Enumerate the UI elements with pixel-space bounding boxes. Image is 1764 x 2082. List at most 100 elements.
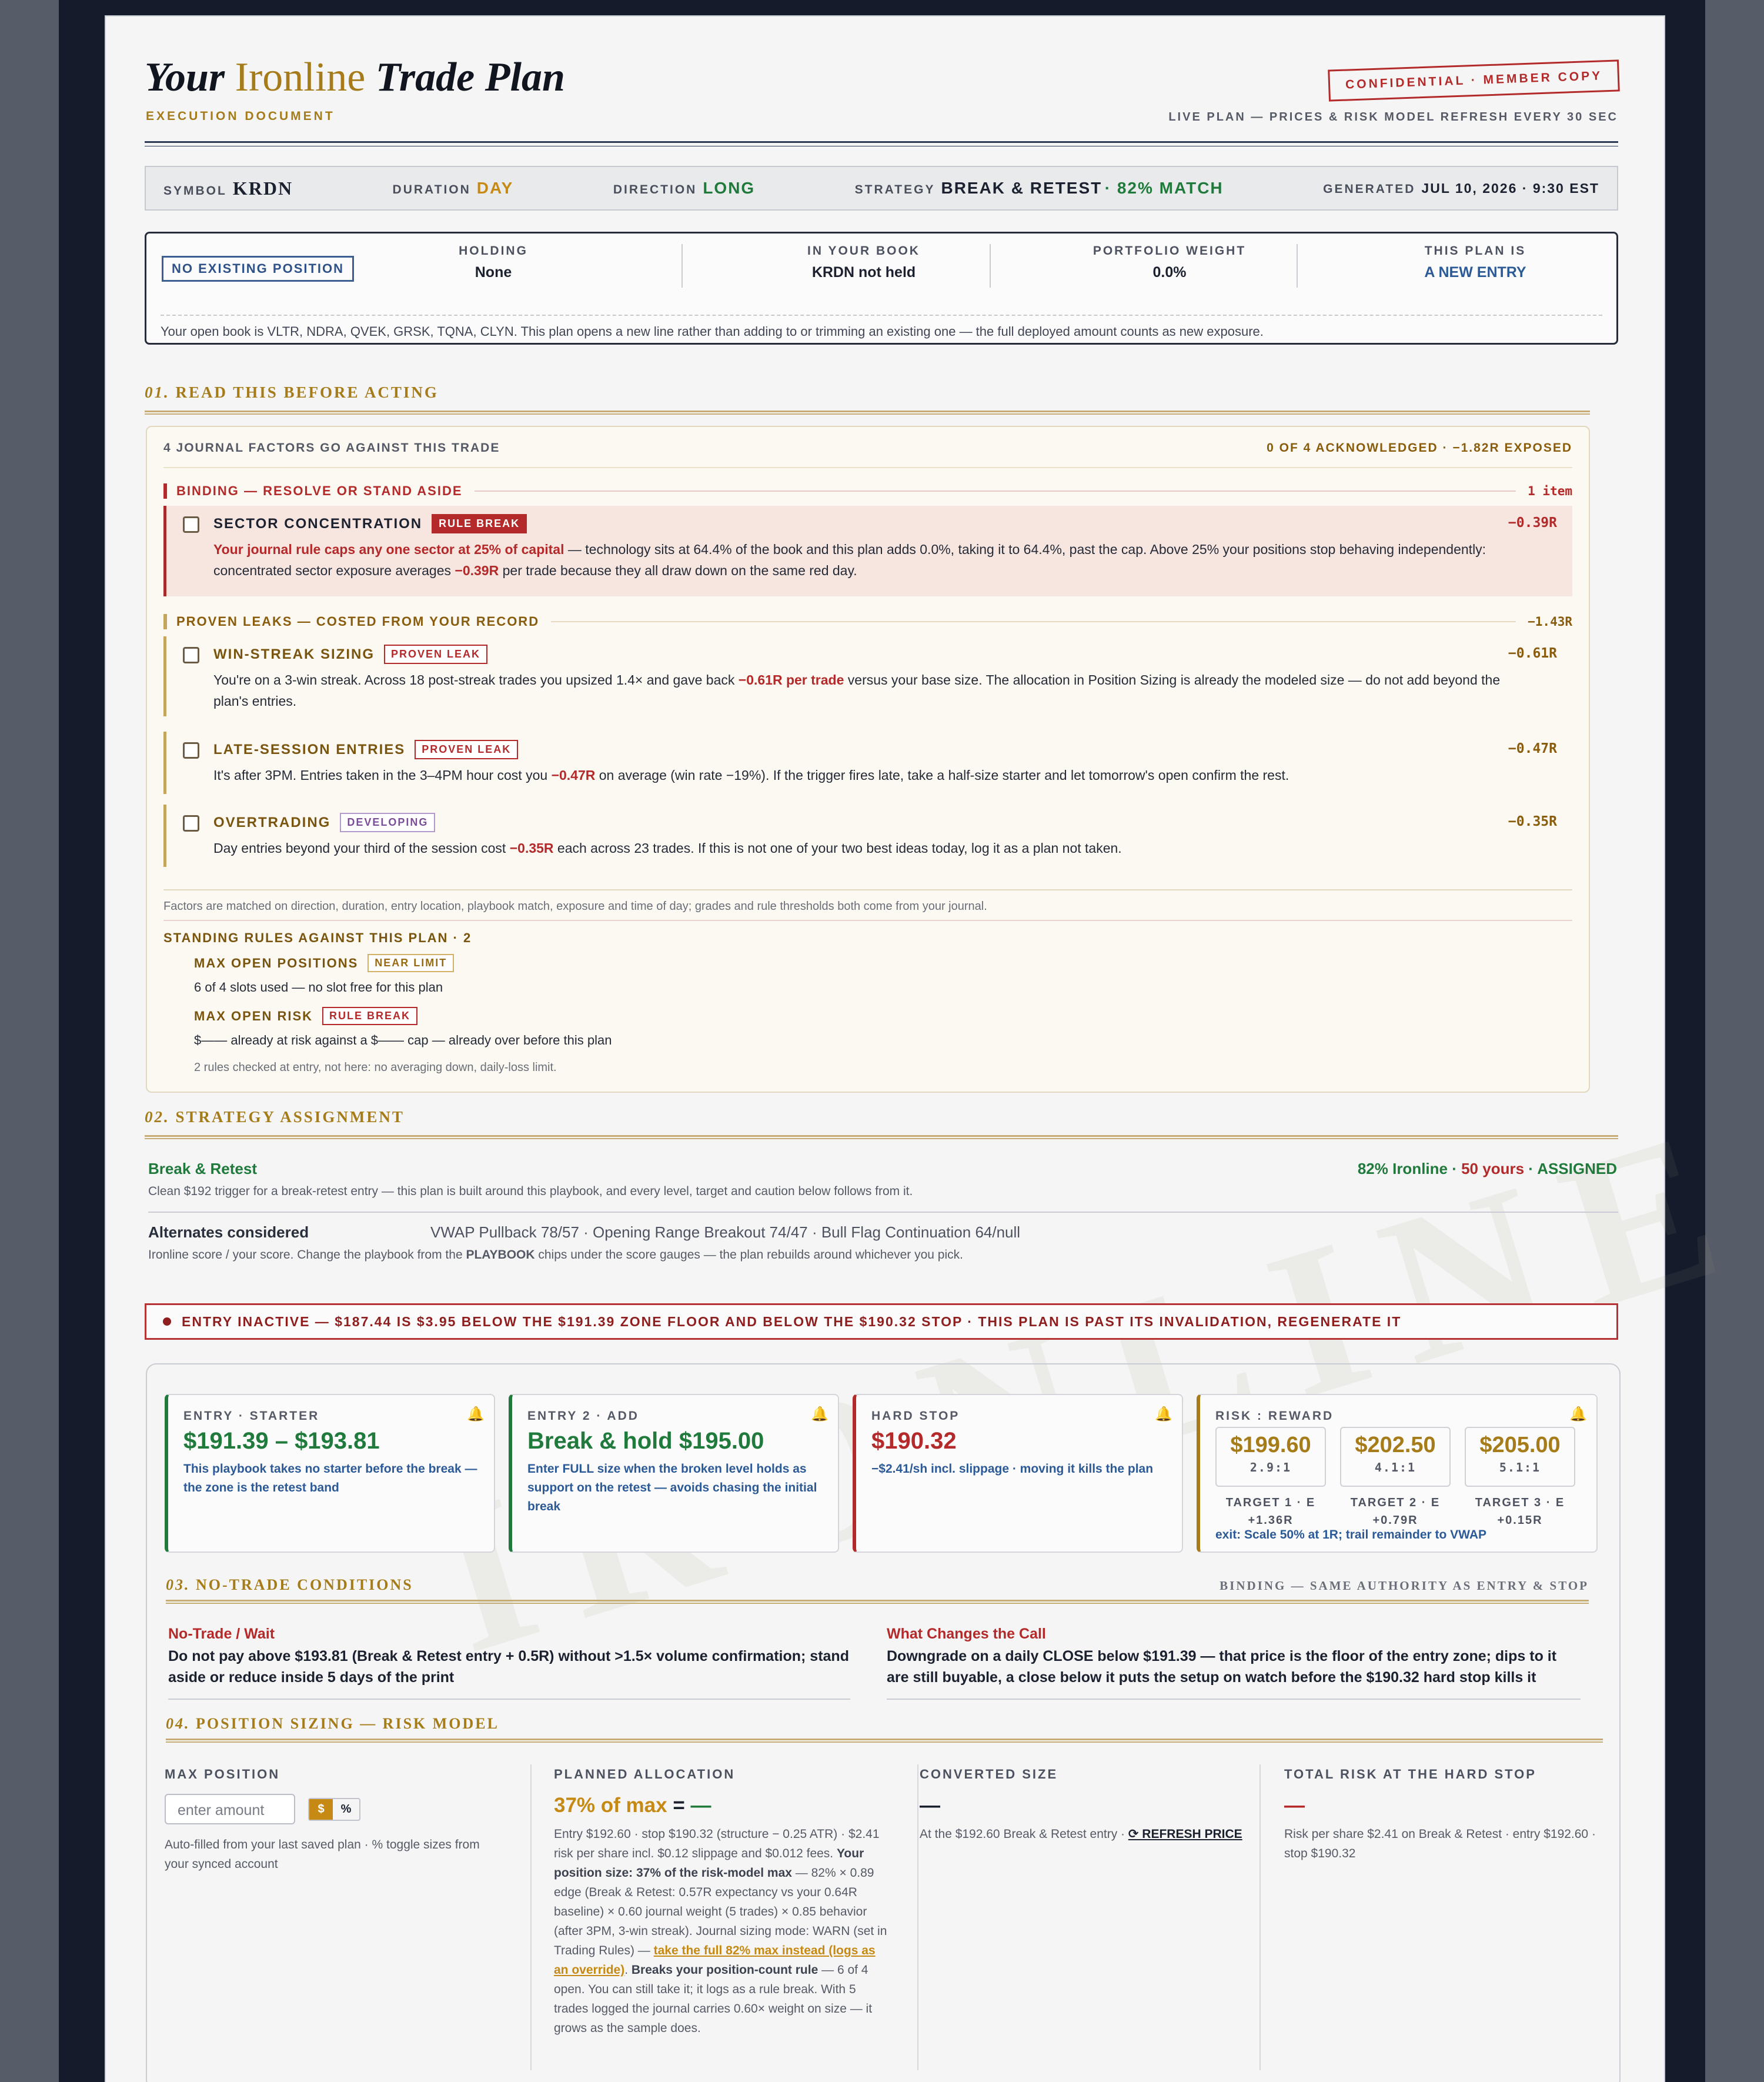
- target-2-box: $202.50 4.1:1: [1340, 1427, 1451, 1487]
- meta-generated: GENERATED JUL 10, 2026 · 9:30 EST: [1323, 181, 1599, 196]
- meta-direction: DIRECTION LONG: [613, 179, 755, 198]
- refresh-price-link[interactable]: ⟳ REFRESH PRICE: [1128, 1827, 1242, 1841]
- add-trigger-price: Break & hold $195.00: [527, 1428, 764, 1454]
- meta-label: SYMBOL: [163, 183, 227, 198]
- divider: [990, 244, 991, 288]
- rule-description: 6 of 4 slots used — no slot free for thi…: [194, 980, 443, 995]
- position-status-box: NO EXISTING POSITION HOLDING None IN YOUR…: [145, 232, 1618, 345]
- factor-win-streak-sizing: WIN-STREAK SIZING PROVEN LEAK −0.61R You'…: [163, 636, 1572, 716]
- acknowledge-checkbox[interactable]: [183, 516, 199, 533]
- group-label: BINDING — RESOLVE OR STAND ASIDE: [176, 483, 463, 498]
- what-changes-heading: What Changes the Call: [887, 1626, 1046, 1642]
- field-value: 0.0%: [1152, 264, 1187, 281]
- alternates-heading: Alternates considered: [148, 1223, 309, 1241]
- acknowledge-checkbox[interactable]: [183, 815, 199, 832]
- card-label: ENTRY 2 · ADD: [527, 1409, 639, 1423]
- converted-size-column: CONVERTED SIZE — At the $192.60 Break & …: [920, 1767, 1249, 1844]
- rule-max-open-risk: MAX OPEN RISK RULE BREAK: [194, 1007, 418, 1025]
- factors-count: 4 JOURNAL FACTORS GO AGAINST THIS TRADE: [163, 441, 500, 455]
- open-book-note: Your open book is VLTR, NDRA, QVEK, GRSK…: [161, 315, 1602, 339]
- group-count: −1.43R: [1528, 615, 1572, 629]
- trade-plan-document: IRONLINE Your Ironline Trade Plan EXECUT…: [105, 15, 1764, 2082]
- target-name: TARGET 3 · E: [1475, 1496, 1565, 1509]
- proven-leak-badge: PROVEN LEAK: [384, 645, 488, 664]
- target-ratio: 5.1:1: [1499, 1460, 1541, 1474]
- section-rule: [166, 1600, 1589, 1604]
- section-number: 04.: [166, 1715, 191, 1732]
- target-2-label: TARGET 2 · E +0.79R: [1340, 1494, 1451, 1529]
- field-label: PORTFOLIO WEIGHT: [1093, 244, 1247, 258]
- desc-part: on average (win rate −19%). If the trigg…: [595, 768, 1289, 783]
- target-r: +0.79R: [1372, 1514, 1418, 1527]
- target-3-label: TARGET 3 · E +0.15R: [1465, 1494, 1575, 1529]
- acknowledge-checkbox[interactable]: [183, 742, 199, 759]
- unit-toggle: $%: [308, 1797, 361, 1821]
- factors-header: 4 JOURNAL FACTORS GO AGAINST THIS TRADE …: [163, 441, 1572, 455]
- entry-inactive-alert: ENTRY INACTIVE — $187.44 IS $3.95 BELOW …: [145, 1303, 1618, 1340]
- page-title: Your Ironline Trade Plan: [145, 54, 565, 101]
- header-divider: [145, 141, 1618, 146]
- title-prefix: Your: [145, 55, 225, 100]
- equals-sign: =: [667, 1794, 691, 1817]
- field-label: HOLDING: [459, 244, 528, 258]
- factor-name: SECTOR CONCENTRATION: [213, 515, 423, 532]
- target-r: +1.36R: [1248, 1514, 1294, 1527]
- target-name: TARGET 2 · E: [1350, 1496, 1441, 1509]
- desc-part: Your journal rule caps any one sector at…: [213, 542, 564, 557]
- entry-starter-card: 🔔 ENTRY · STARTER $191.39 – $193.81 This…: [165, 1394, 495, 1553]
- group-marker: [163, 614, 167, 629]
- exit-rule: exit: Scale 50% at 1R; trail remainder t…: [1215, 1528, 1486, 1542]
- group-label: PROVEN LEAKS — COSTED FROM YOUR RECORD: [176, 614, 540, 629]
- group-line: [474, 491, 1516, 492]
- meta-label: DURATION: [392, 183, 471, 196]
- text-part: At the $192.60 Break & Retest entry ·: [920, 1827, 1128, 1841]
- bell-icon[interactable]: 🔔: [467, 1406, 485, 1423]
- risk-reward-card: 🔔 RISK : REWARD $199.60 2.9:1 $202.50 4.1:…: [1197, 1394, 1598, 1553]
- divider: [887, 1699, 1581, 1700]
- converted-size-value: —: [920, 1794, 940, 1817]
- symbol-value: KRDN: [232, 177, 293, 199]
- duration-value: DAY: [476, 179, 514, 197]
- acknowledge-checkbox[interactable]: [183, 647, 199, 663]
- playbook-chip-ref: PLAYBOOK: [466, 1248, 535, 1262]
- target-1-label: TARGET 1 · E +1.36R: [1215, 1494, 1326, 1529]
- bell-icon[interactable]: 🔔: [1569, 1406, 1587, 1423]
- target-price: $199.60: [1230, 1433, 1311, 1457]
- divider: [1297, 244, 1298, 288]
- section-rule: [145, 1135, 1618, 1139]
- bell-icon[interactable]: 🔔: [811, 1406, 828, 1423]
- percent-toggle[interactable]: %: [333, 1799, 360, 1820]
- factor-cost: −0.47R: [1508, 741, 1557, 756]
- rule-break-badge: RULE BREAK: [322, 1007, 418, 1025]
- target-price: $205.00: [1479, 1433, 1561, 1457]
- rule-description: $—— already at risk against a $—— cap — …: [194, 1033, 612, 1047]
- column-label: TOTAL RISK AT THE HARD STOP: [1284, 1767, 1536, 1781]
- rule-break-badge: RULE BREAK: [432, 514, 527, 533]
- near-limit-badge: NEAR LIMIT: [368, 954, 455, 972]
- section-title: STRATEGY ASSIGNMENT: [175, 1108, 405, 1126]
- target-name: TARGET 1 · E: [1225, 1496, 1316, 1509]
- stop-price: $190.32: [871, 1428, 957, 1454]
- factor-title: SECTOR CONCENTRATION RULE BREAK: [213, 514, 527, 533]
- desc-part: It's after 3PM. Entries taken in the 3–4…: [213, 768, 552, 783]
- factor-description: Day entries beyond your third of the ses…: [213, 838, 1525, 859]
- section-heading-no-trade: 03. NO-TRADE CONDITIONS: [166, 1576, 413, 1594]
- group-marker: [163, 483, 167, 499]
- section-rule: [145, 411, 1590, 415]
- bell-icon[interactable]: 🔔: [1155, 1406, 1172, 1423]
- standing-rules-heading: STANDING RULES AGAINST THIS PLAN · 2: [163, 930, 472, 945]
- group-proven-leaks: PROVEN LEAKS — COSTED FROM YOUR RECORD −…: [163, 613, 1572, 630]
- book-field: IN YOUR BOOK KRDN not held: [734, 244, 993, 288]
- dollar-toggle[interactable]: $: [309, 1799, 333, 1820]
- text-part: Breaks your position-count rule: [631, 1963, 818, 1977]
- rule-max-open-positions: MAX OPEN POSITIONS NEAR LIMIT: [194, 954, 455, 972]
- target-1-box: $199.60 2.9:1: [1215, 1427, 1326, 1487]
- field-value: KRDN not held: [811, 264, 916, 281]
- max-position-input[interactable]: enter amount: [165, 1794, 295, 1824]
- card-note: This playbook takes no starter before th…: [183, 1462, 477, 1494]
- target-ratio: 2.9:1: [1250, 1460, 1292, 1474]
- your-score: 50 yours: [1461, 1160, 1525, 1177]
- ironline-score: 82% Ironline: [1357, 1160, 1448, 1177]
- desc-part: per trade because they all draw down on …: [499, 563, 857, 578]
- status-badge: NO EXISTING POSITION: [162, 256, 355, 282]
